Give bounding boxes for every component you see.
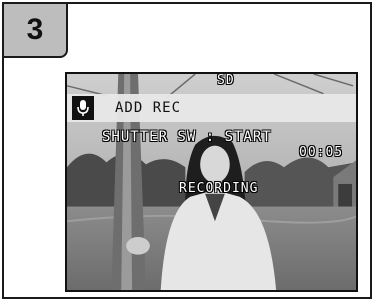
elapsed-timer: 00:05 (299, 145, 344, 160)
step-number: 3 (26, 13, 44, 46)
recording-status: RECORDING (179, 181, 259, 196)
mode-label: ADD REC (115, 100, 182, 116)
card-indicator: SD (217, 73, 235, 88)
microphone-icon (72, 96, 94, 120)
camera-lcd-screen: SD ADD REC SHUTTER SW : START 00:05 RECO… (65, 72, 358, 292)
mode-bar (67, 94, 356, 122)
shutter-hint: SHUTTER SW : START (102, 129, 272, 145)
step-badge: 3 (2, 2, 68, 58)
